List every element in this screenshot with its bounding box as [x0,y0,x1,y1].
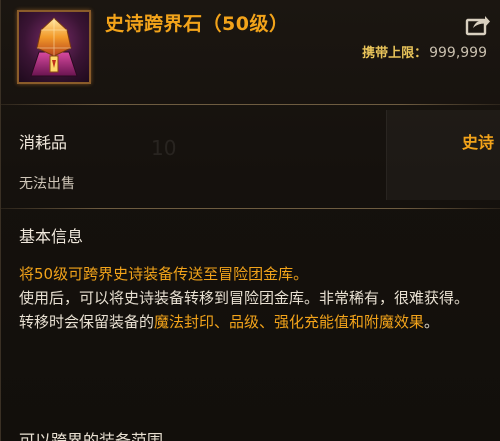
description-line-3-plain: 转移时会保留装备的 [19,313,155,331]
item-type: 消耗品 [19,133,68,152]
description-line-1: 将50级可跨界史诗装备传送至冒险团金库。 [19,265,309,283]
divider [1,104,500,105]
item-description: 将50级可跨界史诗装备传送至冒险团金库。 使用后，可以将史诗装备转移到冒险团金库… [19,262,489,334]
tooltip-header: 史诗跨界石（50级） 携带上限： 999,999 [1,0,500,100]
description-line-3-highlight: 魔法封印、品级、强化充能值和附魔效果 [154,313,425,331]
carry-limit-value: 999,999 [429,45,487,61]
description-line-2: 使用后，可以将史诗装备转移到冒险团金库。非常稀有，很难获得。 [19,289,470,307]
item-tooltip: 10 史诗跨界石（50级） 携带上限： 999,999 消耗品 史诗 无法出售 … [0,0,500,441]
divider [1,208,500,209]
share-icon[interactable] [465,12,491,36]
trade-status: 无法出售 [19,176,75,192]
epic-crystal-icon [17,10,91,84]
carry-limit: 携带上限： 999,999 [362,42,487,61]
carry-limit-label: 携带上限： [362,46,428,61]
next-section-partial: 可以跨界的装备范围 [19,431,164,441]
description-line-3-end: 。 [424,313,440,331]
item-name: 史诗跨界石（50级） [105,13,289,35]
item-rarity: 史诗 [461,133,494,152]
background-panel [386,110,500,200]
description-line-3: 转移时会保留装备的魔法封印、品级、强化充能值和附魔效果。 [19,310,489,334]
section-title-basic-info: 基本信息 [19,227,84,246]
background-text: 10 [151,136,177,160]
